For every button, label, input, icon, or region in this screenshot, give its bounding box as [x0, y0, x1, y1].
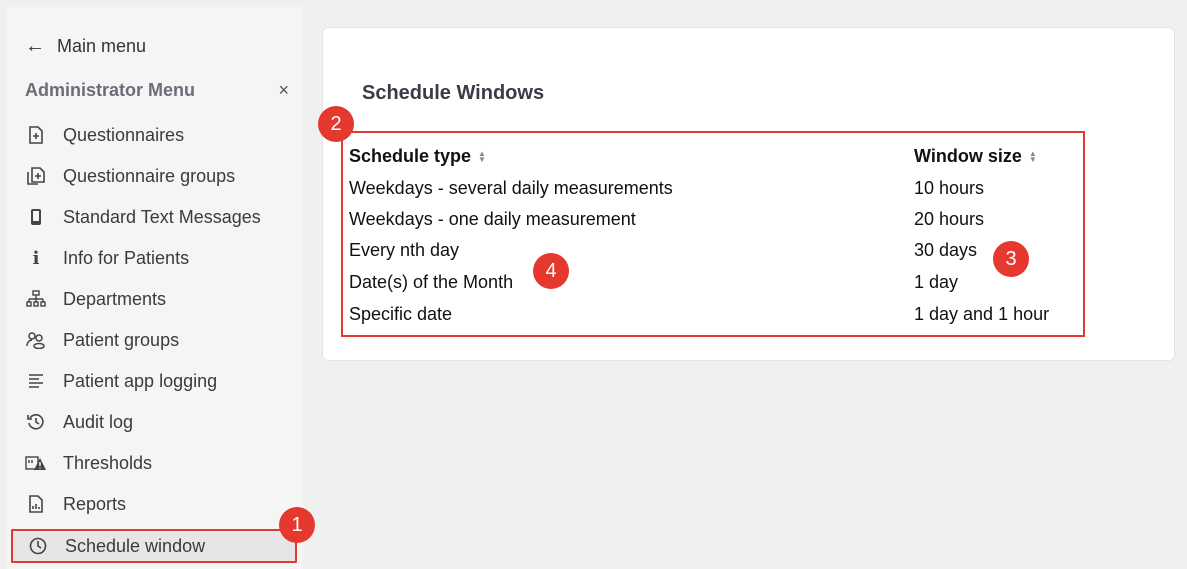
info-icon: i — [32, 247, 40, 269]
sidebar-item-questionnaire-groups[interactable]: Questionnaire groups — [25, 158, 307, 194]
phone-icon — [25, 206, 47, 228]
sidebar-item-audit-log[interactable]: Audit log — [25, 404, 307, 440]
history-icon — [25, 411, 47, 433]
annotation-badge-1: 1 — [279, 507, 315, 543]
close-icon[interactable]: × — [278, 80, 289, 101]
admin-menu-title: Administrator Menu — [25, 80, 196, 100]
page-title: Schedule Windows — [362, 82, 545, 104]
sidebar-item-patient-groups[interactable]: Patient groups — [25, 322, 307, 358]
main-menu-link[interactable]: ← Main menu — [25, 35, 146, 58]
admin-menu-header: Administrator Menu × — [25, 80, 295, 101]
table-cell-schedule-type: Every nth day — [349, 240, 460, 260]
sidebar-item-label: Standard Text Messages — [63, 206, 261, 227]
sidebar-item-schedule-window[interactable]: Schedule window — [11, 529, 297, 563]
sidebar-item-label: Questionnaires — [63, 124, 185, 145]
table-cell-schedule-type: Weekdays - several daily measurements — [349, 178, 673, 198]
table-cell-schedule-type: Date(s) of the Month — [349, 272, 514, 292]
table-cell-window-size: 20 hours — [914, 209, 985, 229]
org-chart-icon — [25, 288, 47, 310]
files-plus-icon — [25, 165, 47, 187]
table-cell-window-size: 30 days — [914, 240, 978, 260]
threshold-warning-icon — [25, 452, 47, 474]
sidebar-item-standard-text-messages[interactable]: Standard Text Messages — [25, 199, 307, 235]
column-header-label: Schedule type — [349, 146, 472, 166]
annotation-badge-2: 2 — [318, 106, 354, 142]
sidebar-item-reports[interactable]: Reports — [25, 486, 307, 522]
sidebar-item-label: Schedule window — [65, 535, 206, 556]
sidebar-item-departments[interactable]: Departments — [25, 281, 307, 317]
sidebar-item-thresholds[interactable]: Thresholds — [25, 445, 307, 481]
sidebar-item-label: Audit log — [63, 411, 134, 432]
table-cell-window-size: 1 day — [914, 272, 959, 292]
sort-icon: ▲ ▼ — [478, 148, 486, 164]
sidebar-item-info-for-patients[interactable]: i Info for Patients — [25, 240, 307, 276]
annotation-badge-4: 4 — [533, 253, 569, 289]
table-cell-window-size: 1 day and 1 hour — [914, 304, 1050, 324]
file-plus-icon — [25, 124, 47, 146]
table-cell-schedule-type: Specific date — [349, 304, 453, 324]
list-icon — [25, 370, 47, 392]
report-icon — [25, 493, 47, 515]
column-header-window-size[interactable]: Window size ▲ ▼ — [914, 146, 1037, 167]
annotation-badge-3: 3 — [993, 241, 1029, 277]
table-cell-schedule-type: Weekdays - one daily measurement — [349, 209, 636, 229]
users-icon — [25, 329, 47, 351]
sidebar-item-label: Patient app logging — [63, 370, 218, 391]
table-cell-window-size: 10 hours — [914, 178, 985, 198]
arrow-left-icon: ← — [25, 35, 45, 57]
column-header-label: Window size — [914, 146, 1022, 166]
sort-icon: ▲ ▼ — [1028, 148, 1037, 164]
sidebar-item-label: Info for Patients — [63, 247, 190, 268]
main-menu-label: Main menu — [57, 36, 147, 56]
sidebar-item-label: Thresholds — [63, 452, 153, 473]
schedule-windows-table: Schedule type ▲ ▼ Window size ▲ ▼ Weekdays… — [341, 131, 1085, 337]
sidebar-item-label: Reports — [63, 493, 127, 514]
column-header-schedule-type[interactable]: Schedule type ▲ ▼ — [349, 146, 486, 167]
sidebar-item-patient-app-logging[interactable]: Patient app logging — [25, 363, 307, 399]
schedule-windows-card: Schedule Windows Schedule type ▲ ▼ Window… — [322, 27, 1175, 361]
sidebar-item-label: Questionnaire groups — [63, 165, 236, 186]
sidebar-item-questionnaires[interactable]: Questionnaires — [25, 117, 307, 153]
sidebar: ← Main menu Administrator Menu × Questio… — [7, 7, 303, 569]
sidebar-item-label: Departments — [63, 288, 167, 309]
sidebar-item-label: Patient groups — [63, 329, 180, 350]
clock-icon — [27, 535, 49, 557]
